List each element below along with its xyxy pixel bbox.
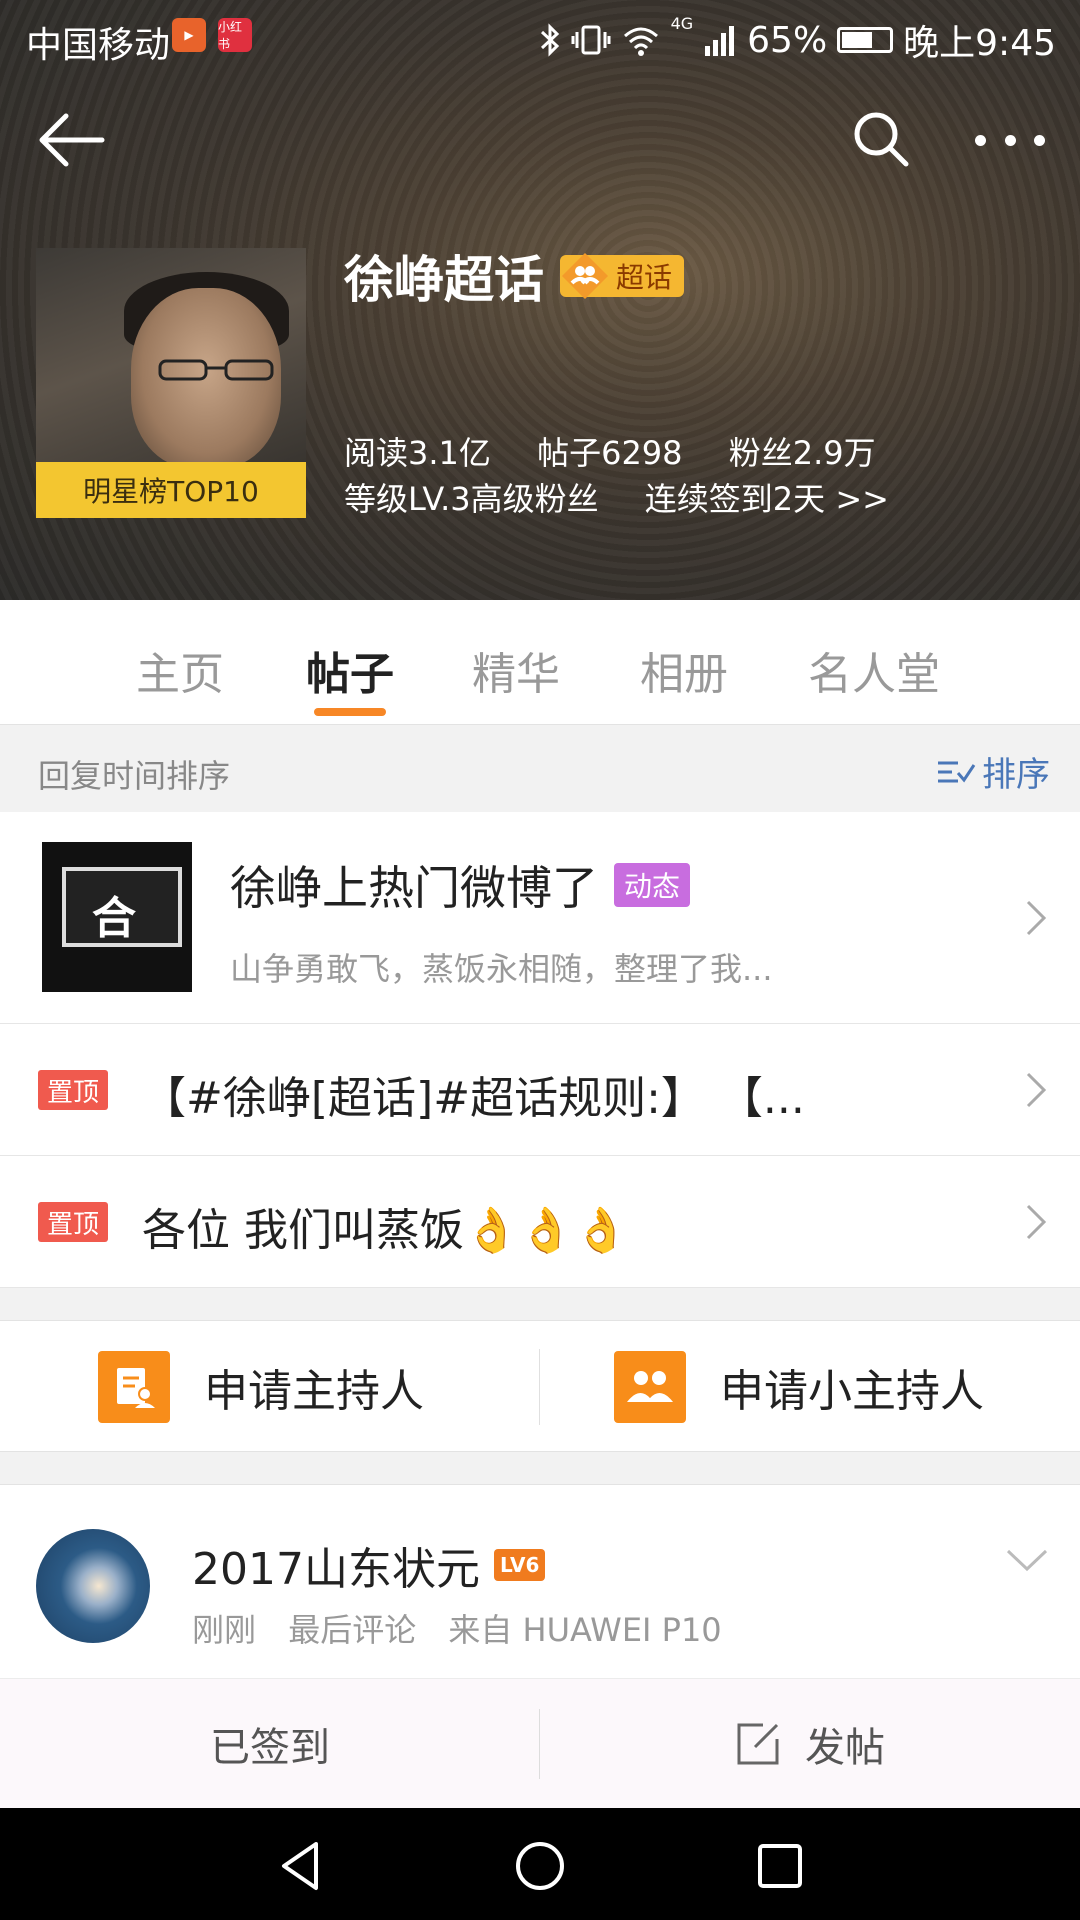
pinned-post[interactable]: 置顶 【#徐峥[超话]#超话规则:】 【... <box>0 1024 1080 1156</box>
featured-post[interactable]: 合 徐峥上热门微博了 动态 山争勇敢飞，蒸饭永相随，整理了我... <box>0 812 1080 1024</box>
system-nav-bar <box>0 1808 1080 1920</box>
post-source: 来自 HUAWEI P10 <box>448 1611 722 1649</box>
apply-sub-host-button[interactable]: 申请小主持人 <box>614 1351 984 1423</box>
pinned-badge: 置顶 <box>38 1070 108 1110</box>
tab-hall-of-fame[interactable]: 名人堂 <box>808 638 940 702</box>
apply-host-label: 申请主持人 <box>204 1366 424 1417</box>
featured-post-thumbnail: 合 <box>42 842 192 992</box>
active-tab-indicator <box>314 708 386 716</box>
xiaohongshu-app-icon: 小红书 <box>218 18 252 52</box>
supertopic-badge: 超话 <box>560 253 685 299</box>
featured-post-title: 徐峥上热门微博了 <box>230 861 598 915</box>
vibrate-icon <box>571 25 611 55</box>
signed-in-button[interactable]: 已签到 <box>0 1679 540 1809</box>
star-rank-label[interactable]: 明星榜TOP10 <box>36 462 306 518</box>
post-action: 最后评论 <box>288 1611 417 1649</box>
apply-host-button[interactable]: 申请主持人 <box>98 1351 424 1423</box>
nav-recents-icon[interactable] <box>750 1836 810 1896</box>
page-title: 徐峥超话 <box>344 251 544 309</box>
sort-bar: 回复时间排序 排序 <box>0 724 1080 812</box>
signed-in-label: 已签到 <box>210 1725 330 1771</box>
sort-button-label: 排序 <box>982 755 1050 795</box>
status-bar: 中国移动 ▶ 小红书 4G 65% 晚上9:45 <box>0 0 1080 72</box>
post-meta: 刚刚 最后评论 来自 HUAWEI P10 <box>192 1605 744 1651</box>
nav-home-icon[interactable] <box>510 1836 570 1896</box>
post-time: 刚刚 <box>192 1611 257 1649</box>
group-users-icon <box>614 1351 686 1423</box>
checkin-streak[interactable]: 连续签到2天 >> <box>645 480 889 518</box>
battery-icon <box>837 27 894 53</box>
sort-label: 回复时间排序 <box>38 757 231 795</box>
tab-posts[interactable]: 帖子 <box>306 638 394 702</box>
topic-tabs: 主页 帖子 精华 相册 名人堂 <box>0 600 1080 724</box>
topic-stats: 阅读3.1亿 帖子6298 粉丝2.9万 等级LV.3高级粉丝 连续签到2天 >… <box>344 430 925 522</box>
dynamic-tag: 动态 <box>614 863 691 907</box>
signal-icon <box>705 26 735 56</box>
bottom-action-bar: 已签到 发帖 <box>0 1678 1080 1808</box>
pinned-badge: 置顶 <box>38 1202 108 1242</box>
topic-avatar[interactable]: 明星榜TOP10 <box>36 248 306 518</box>
avatar[interactable] <box>36 1529 150 1643</box>
sort-list-icon <box>938 761 976 782</box>
battery-percent: 65% <box>747 19 828 61</box>
bluetooth-icon <box>540 23 559 57</box>
chevron-down-icon[interactable] <box>1004 1545 1050 1575</box>
status-right: 4G 65% 晚上9:45 <box>539 14 1056 66</box>
supertopic-badge-label: 超话 <box>616 261 673 294</box>
pinned-post-title: 【#徐峥[超话]#超话规则:】 【... <box>142 1073 805 1124</box>
tab-featured[interactable]: 精华 <box>472 638 560 702</box>
compose-icon <box>737 1723 779 1765</box>
network-type: 4G <box>670 14 694 33</box>
fan-level[interactable]: 等级LV.3高级粉丝 <box>344 480 599 518</box>
user-post[interactable]: 2017山东状元 LV6 刚刚 最后评论 来自 HUAWEI P10 <box>0 1484 1080 1678</box>
avatar-glasses <box>158 359 274 381</box>
diamond-users-icon <box>562 253 608 299</box>
host-form-icon <box>98 1351 170 1423</box>
search-icon[interactable] <box>850 108 910 168</box>
fan-count: 粉丝2.9万 <box>728 434 876 472</box>
top-nav <box>0 100 1080 180</box>
post-count: 帖子6298 <box>537 434 683 472</box>
pinned-post-title: 各位 我们叫蒸饭👌👌👌 <box>142 1205 629 1256</box>
post-list: 合 徐峥上热门微博了 动态 山争勇敢飞，蒸饭永相随，整理了我... 置顶 【#徐… <box>0 812 1080 1288</box>
chevron-right-icon <box>1026 900 1047 936</box>
level-badge: LV6 <box>493 1549 546 1581</box>
more-options-icon[interactable] <box>975 120 1045 160</box>
video-app-icon: ▶ <box>172 18 206 52</box>
tab-album[interactable]: 相册 <box>640 638 728 702</box>
back-arrow-icon[interactable] <box>36 110 106 170</box>
tab-home[interactable]: 主页 <box>136 638 224 702</box>
title-row: 徐峥超话 超话 <box>344 240 685 312</box>
thumbnail-symbol: 合 <box>92 893 136 944</box>
clock: 晚上9:45 <box>903 23 1056 64</box>
featured-post-summary: 山争勇敢飞，蒸饭永相随，整理了我... <box>230 950 773 988</box>
new-post-label: 发帖 <box>805 1725 885 1771</box>
nav-back-icon[interactable] <box>272 1836 332 1896</box>
new-post-button[interactable]: 发帖 <box>540 1679 1080 1809</box>
sort-button[interactable]: 排序 <box>936 747 1050 796</box>
read-count: 阅读3.1亿 <box>344 434 491 472</box>
topic-header: 中国移动 ▶ 小红书 4G 65% 晚上9:45 明星榜TOP10 徐峥超话 超… <box>0 0 1080 600</box>
wifi-icon <box>623 27 658 56</box>
chevron-right-icon <box>1026 1204 1047 1240</box>
host-apply-bar: 申请主持人 申请小主持人 <box>0 1320 1080 1452</box>
carrier-name: 中国移动 <box>26 25 171 66</box>
apply-sub-host-label: 申请小主持人 <box>720 1366 984 1417</box>
pinned-post[interactable]: 置顶 各位 我们叫蒸饭👌👌👌 <box>0 1156 1080 1288</box>
chevron-right-icon <box>1026 1072 1047 1108</box>
username[interactable]: 2017山东状元 <box>192 1533 480 1597</box>
